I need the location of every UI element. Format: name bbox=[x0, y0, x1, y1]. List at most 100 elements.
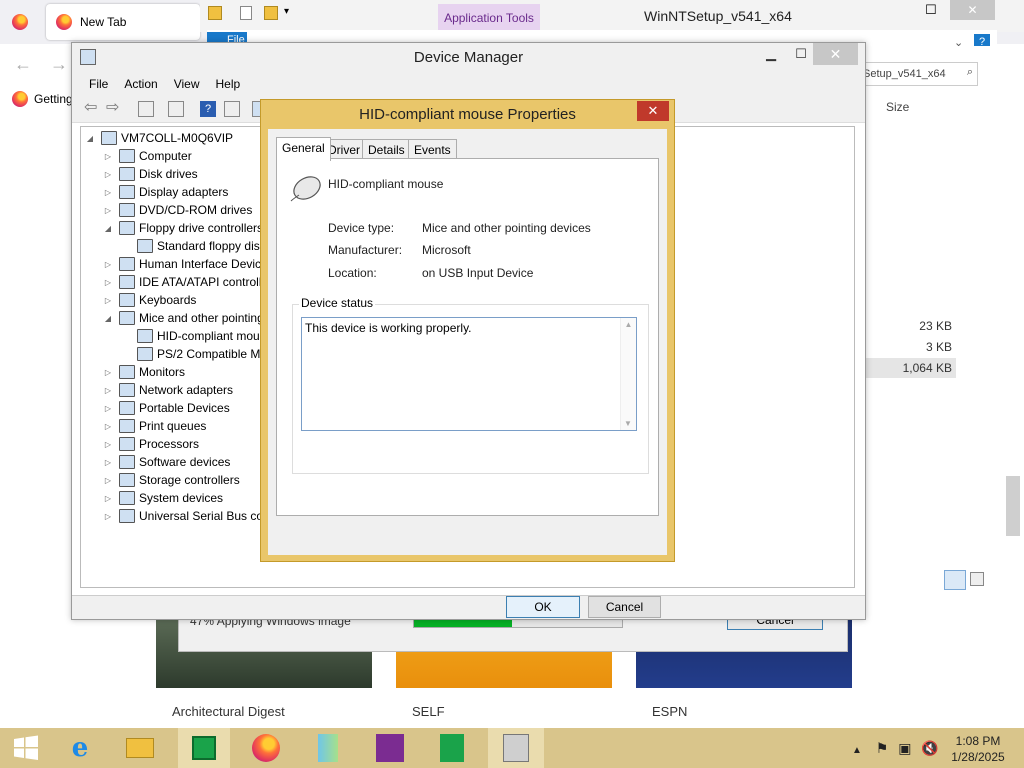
expand-arrow-icon[interactable]: ▷ bbox=[103, 170, 113, 179]
tree-category[interactable]: ▷ Human Interface Devices bbox=[103, 255, 274, 273]
volume-muted-icon[interactable]: 🔇 bbox=[921, 740, 938, 756]
device-category-icon bbox=[119, 401, 135, 415]
file-size: 1,064 KB bbox=[902, 361, 952, 375]
forward-icon[interactable]: ⇨ bbox=[106, 100, 122, 117]
dropdown-icon[interactable]: ▾ bbox=[284, 6, 289, 17]
tree-category[interactable]: ▷ Display adapters bbox=[103, 183, 228, 201]
status-scrollbar[interactable]: ▲ ▼ bbox=[620, 318, 636, 430]
expand-arrow-icon[interactable]: ▷ bbox=[103, 512, 113, 521]
application-tools-tab[interactable]: Application Tools bbox=[438, 4, 540, 32]
ok-button[interactable]: OK bbox=[506, 596, 580, 618]
explorer-window-title: WinNTSetup_v541_x64 bbox=[644, 8, 792, 24]
menu-bar: File Action View Help bbox=[72, 73, 865, 95]
expand-arrow-icon[interactable]: ▷ bbox=[103, 458, 113, 467]
expand-arrow-icon[interactable]: ▷ bbox=[103, 188, 113, 197]
device-category-icon bbox=[137, 329, 153, 343]
onenote-icon bbox=[376, 734, 404, 762]
expand-arrow-icon[interactable]: ▷ bbox=[103, 404, 113, 413]
expand-arrow-icon[interactable]: ▷ bbox=[103, 278, 113, 287]
clock[interactable]: 1:08 PM 1/28/2025 bbox=[938, 733, 1018, 765]
tree-category[interactable]: ▷ Print queues bbox=[103, 417, 206, 435]
expand-arrow-icon[interactable]: ▷ bbox=[103, 476, 113, 485]
start-button[interactable] bbox=[0, 728, 52, 768]
expand-arrow-icon[interactable]: ▷ bbox=[103, 296, 113, 305]
expand-arrow-icon[interactable]: ▷ bbox=[103, 206, 113, 215]
new-folder-icon[interactable] bbox=[264, 6, 278, 20]
properties-icon[interactable] bbox=[168, 101, 184, 117]
story-label: SELF bbox=[412, 704, 445, 719]
minimize-icon[interactable]: ▁ bbox=[756, 43, 786, 65]
location-label: Location: bbox=[328, 266, 377, 280]
tiles-view-icon[interactable] bbox=[970, 572, 984, 586]
properties-icon[interactable] bbox=[240, 6, 252, 20]
menu-view[interactable]: View bbox=[167, 77, 209, 91]
expand-arrow-icon[interactable]: ▷ bbox=[103, 422, 113, 431]
taskbar-onenote[interactable] bbox=[364, 728, 416, 768]
maximize-icon[interactable]: ☐ bbox=[925, 2, 937, 18]
expand-arrow-icon[interactable]: ▷ bbox=[103, 260, 113, 269]
device-status-textbox[interactable]: This device is working properly. ▲ ▼ bbox=[301, 317, 637, 431]
firefox-menu-icon[interactable] bbox=[12, 14, 28, 33]
tree-category[interactable]: ▷ Portable Devices bbox=[103, 399, 230, 417]
show-hidden-icons-icon[interactable]: ▲ bbox=[852, 745, 862, 756]
computer-icon bbox=[101, 131, 117, 145]
taskbar-store[interactable] bbox=[178, 728, 230, 768]
expand-arrow-icon[interactable]: ▷ bbox=[103, 152, 113, 161]
action-center-flag-icon[interactable]: ⚑ bbox=[876, 740, 889, 756]
tree-category[interactable]: ▷ Monitors bbox=[103, 363, 185, 381]
device-manager-close-icon[interactable]: ✕ bbox=[813, 43, 858, 65]
maximize-icon[interactable]: ☐ bbox=[786, 43, 816, 65]
size-column-header[interactable]: Size bbox=[886, 100, 909, 114]
tree-device[interactable]: HID-compliant mouse bbox=[121, 327, 272, 345]
bookmark-item[interactable]: Getting bbox=[0, 88, 80, 110]
forward-arrow-icon[interactable]: → bbox=[50, 54, 68, 75]
tree-category[interactable]: ▷ Network adapters bbox=[103, 381, 233, 399]
view-icon[interactable] bbox=[224, 101, 240, 117]
collapse-arrow-icon[interactable]: ◢ bbox=[103, 224, 113, 233]
back-icon[interactable]: ⇦ bbox=[84, 100, 100, 117]
tree-category[interactable]: ▷ DVD/CD-ROM drives bbox=[103, 201, 252, 219]
scroll-up-icon[interactable]: ▲ bbox=[621, 320, 636, 329]
show-hide-console-tree-icon[interactable] bbox=[138, 101, 154, 117]
tab-details[interactable]: Details bbox=[362, 139, 411, 159]
cancel-button[interactable]: Cancel bbox=[588, 596, 661, 618]
taskbar-explorer[interactable] bbox=[114, 728, 166, 768]
firefox-tab[interactable]: New Tab bbox=[46, 4, 200, 40]
search-input[interactable]: Setup_v541_x64 ⌕ bbox=[858, 62, 978, 86]
collapse-arrow-icon[interactable]: ◢ bbox=[103, 314, 113, 323]
tree-category[interactable]: ▷ Storage controllers bbox=[103, 471, 240, 489]
taskbar-device-manager[interactable] bbox=[488, 728, 544, 768]
help-icon[interactable]: ? bbox=[200, 101, 216, 117]
explorer-close-icon[interactable]: ✕ bbox=[950, 0, 995, 20]
tree-root[interactable]: ◢ VM7COLL-M0Q6VIP bbox=[85, 129, 233, 147]
menu-help[interactable]: Help bbox=[209, 77, 250, 91]
network-icon[interactable]: ▣ bbox=[898, 740, 911, 756]
menu-file[interactable]: File bbox=[82, 77, 117, 91]
menu-action[interactable]: Action bbox=[117, 77, 166, 91]
tree-category[interactable]: ▷ Keyboards bbox=[103, 291, 196, 309]
tree-category[interactable]: ▷ Disk drives bbox=[103, 165, 198, 183]
tab-general[interactable]: General bbox=[276, 137, 331, 161]
tree-category[interactable]: ◢ Floppy drive controllers bbox=[103, 219, 263, 237]
expand-arrow-icon[interactable]: ▷ bbox=[103, 440, 113, 449]
tab-events[interactable]: Events bbox=[408, 139, 457, 159]
tree-category[interactable]: ▷ Computer bbox=[103, 147, 192, 165]
taskbar-calculator[interactable] bbox=[426, 728, 478, 768]
scroll-down-icon[interactable]: ▼ bbox=[621, 419, 635, 428]
tree-category[interactable]: ▷ Software devices bbox=[103, 453, 230, 471]
tree-item-label: Disk drives bbox=[139, 167, 198, 181]
taskbar-firefox[interactable] bbox=[240, 728, 292, 768]
expand-arrow-icon[interactable]: ▷ bbox=[103, 368, 113, 377]
details-view-icon[interactable] bbox=[944, 570, 966, 590]
back-arrow-icon[interactable]: ← bbox=[14, 54, 32, 75]
taskbar-app[interactable] bbox=[302, 728, 354, 768]
dialog-close-icon[interactable]: ✕ bbox=[637, 101, 669, 121]
tree-category[interactable]: ▷ System devices bbox=[103, 489, 223, 507]
expand-arrow-icon[interactable]: ▷ bbox=[103, 386, 113, 395]
tree-category[interactable]: ▷ Processors bbox=[103, 435, 199, 453]
taskbar-ie[interactable]: e bbox=[54, 728, 106, 768]
expand-arrow-icon[interactable]: ▷ bbox=[103, 494, 113, 503]
scrollbar-thumb[interactable] bbox=[1006, 476, 1020, 536]
tree-category[interactable]: ▷ IDE ATA/ATAPI controllers bbox=[103, 273, 278, 291]
expand-arrow-icon[interactable]: ◢ bbox=[85, 134, 95, 143]
